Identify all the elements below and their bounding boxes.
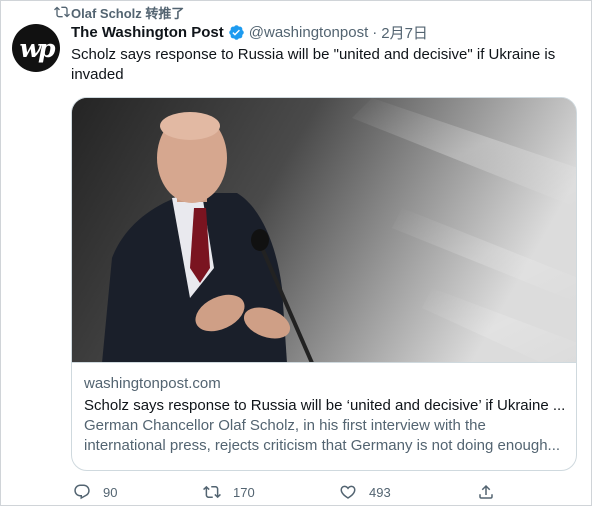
avatar-logo: wp <box>19 33 55 63</box>
like-button[interactable]: 493 <box>339 483 391 501</box>
card-photo <box>72 98 576 362</box>
retweet-count: 170 <box>233 484 255 500</box>
card-body[interactable]: washingtonpost.com Scholz says response … <box>84 374 568 456</box>
author-handle[interactable]: @washingtonpost <box>249 24 368 41</box>
tweet-text: Scholz says response to Russia will be "… <box>71 46 556 83</box>
share-icon <box>479 484 493 499</box>
verified-badge-icon <box>229 24 244 40</box>
separator-dot: · <box>372 23 378 41</box>
retweet-banner[interactable]: Olaf Scholz 转推了 <box>53 3 184 21</box>
retweet-button[interactable]: 170 <box>203 483 255 501</box>
card-description: German Chancellor Olaf Scholz, in his fi… <box>84 417 561 454</box>
tweet-header: The Washington Post @washingtonpost · 2月… <box>71 22 428 42</box>
retweet-icon <box>203 485 221 499</box>
action-bar: 90 170 493 <box>71 483 511 503</box>
card-domain: washingtonpost.com <box>84 375 221 392</box>
card-image[interactable] <box>72 98 576 363</box>
avatar[interactable]: wp <box>12 24 60 72</box>
retweet-icon <box>54 6 70 18</box>
heart-icon <box>340 485 356 499</box>
reply-count: 90 <box>103 484 118 500</box>
reply-button[interactable]: 90 <box>73 483 117 501</box>
card-title: Scholz says response to Russia will be ‘… <box>84 397 566 414</box>
tweet-container[interactable]: Olaf Scholz 转推了 wp The Washington Post @… <box>0 0 592 506</box>
like-count: 493 <box>369 484 391 500</box>
link-card[interactable]: washingtonpost.com Scholz says response … <box>71 97 577 471</box>
author-name[interactable]: The Washington Post <box>71 24 224 41</box>
reply-icon <box>74 484 90 500</box>
share-button[interactable] <box>477 483 495 501</box>
tweet-date[interactable]: 2月7日 <box>381 22 428 43</box>
retweet-banner-text[interactable]: Olaf Scholz 转推了 <box>71 3 184 22</box>
